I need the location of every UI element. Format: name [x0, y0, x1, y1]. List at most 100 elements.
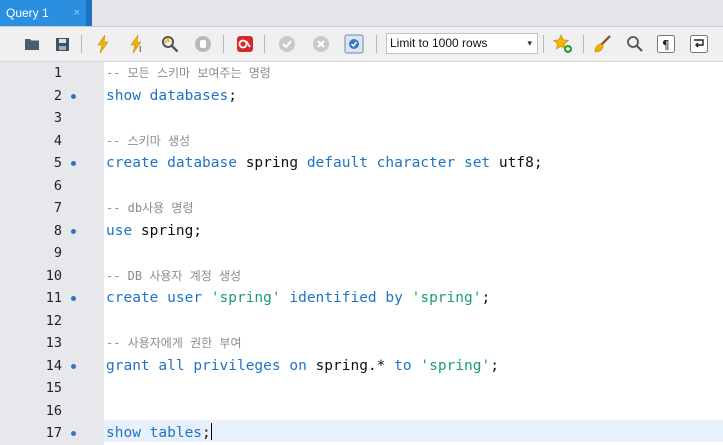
code-text: -- 사용자에게 권한 부여	[106, 333, 241, 353]
sql-editor[interactable]: 1 -- 모든 스키마 보여주는 명령 2 show databases; 3 4 -- 스…	[0, 62, 723, 445]
line-number: 4	[53, 132, 62, 149]
keyword-token: by	[385, 290, 403, 306]
keyword-token: privileges	[193, 357, 281, 374]
execute-current-icon[interactable]: I	[127, 34, 147, 54]
bookmark-icon[interactable]	[553, 34, 573, 54]
code-text: -- 모든 스키마 보여주는 명령	[106, 63, 271, 83]
comment-token: -- 모든 스키마 보여주는 명령	[106, 66, 271, 80]
code-line[interactable]: 10 -- DB 사용자 계정 생성	[0, 266, 723, 286]
statement-marker-icon	[71, 363, 76, 369]
line-number: 2	[53, 87, 62, 104]
toolbar-separator	[81, 35, 82, 53]
toolbar-separator	[376, 35, 377, 53]
toggle-output-icon[interactable]	[235, 34, 255, 54]
toolbar-separator	[264, 35, 265, 53]
comment-token: -- db사용 명령	[106, 201, 194, 215]
keyword-token: user	[167, 290, 203, 306]
close-tab-icon[interactable]: ×	[74, 0, 80, 26]
line-number: 17	[45, 425, 62, 441]
code-line[interactable]: 15	[0, 378, 723, 398]
tab-bar: Query 1 ×	[0, 0, 723, 27]
code-text: show tables;	[106, 423, 212, 443]
plain-token: ;	[228, 87, 237, 104]
code-line[interactable]: 7 -- db사용 명령	[0, 198, 723, 218]
code-line[interactable]: 5 create database spring default characte…	[0, 153, 723, 173]
keyword-token: character	[376, 155, 456, 171]
tab-query-1[interactable]: Query 1 ×	[0, 0, 86, 26]
keyword-token: databases	[149, 87, 229, 104]
limit-rows-select[interactable]: Limit to 1000 rows ▾	[386, 33, 538, 54]
rollback-icon[interactable]	[311, 34, 331, 54]
open-folder-icon[interactable]	[22, 34, 42, 54]
execute-icon[interactable]	[93, 34, 113, 54]
commit-icon[interactable]	[277, 34, 297, 54]
stop-icon[interactable]	[193, 34, 213, 54]
code-text: use spring;	[106, 221, 202, 241]
code-line[interactable]: 1 -- 모든 스키마 보여주는 명령	[0, 63, 723, 83]
code-line[interactable]: 2 show databases;	[0, 86, 723, 106]
keyword-token: identified	[289, 290, 377, 306]
statement-marker-icon	[71, 161, 76, 166]
save-icon[interactable]	[52, 34, 72, 54]
string-token: 'spring'	[210, 290, 281, 306]
keyword-token: grant	[106, 357, 150, 374]
tab-title: Query 1	[6, 6, 49, 20]
toolbar-separator	[583, 35, 584, 53]
line-number: 13	[45, 335, 62, 351]
line-number: 9	[53, 245, 62, 261]
string-token: 'spring'	[420, 357, 491, 374]
keyword-token: show	[106, 425, 141, 441]
svg-text:I: I	[139, 45, 141, 53]
find-icon[interactable]	[625, 34, 645, 54]
plain-token: ;	[481, 290, 491, 306]
chevron-down-icon: ▾	[527, 38, 532, 48]
code-line[interactable]: 17 show tables;	[0, 423, 723, 443]
code-line[interactable]: 4 -- 스키마 생성	[0, 131, 723, 151]
line-number: 12	[45, 312, 62, 329]
string-token: 'spring'	[411, 290, 482, 306]
comment-token: -- DB 사용자 계정 생성	[106, 268, 242, 283]
statement-marker-icon	[71, 228, 76, 234]
comment-token: -- 스키마 생성	[106, 133, 191, 148]
code-line[interactable]: 14 grant all privileges on spring.* to 's…	[0, 356, 723, 376]
keyword-token: database	[167, 155, 237, 171]
wrap-icon[interactable]	[689, 34, 709, 54]
code-text: -- DB 사용자 계정 생성	[106, 266, 241, 286]
keyword-token: all	[158, 357, 185, 374]
code-line[interactable]: 13 -- 사용자에게 권한 부여	[0, 333, 723, 353]
comment-token: -- 사용자에게 권한 부여	[106, 336, 242, 350]
tab-edge	[86, 0, 92, 26]
plain-token: spring;	[132, 222, 203, 239]
code-line[interactable]: 3	[0, 108, 723, 128]
code-line[interactable]: 11 create user 'spring' identified by 'sp…	[0, 288, 723, 308]
line-number: 14	[45, 357, 62, 374]
code-line[interactable]: 16	[0, 401, 723, 421]
explain-icon[interactable]	[160, 34, 180, 54]
code-line[interactable]: 6	[0, 176, 723, 196]
code-line[interactable]: 12	[0, 311, 723, 331]
line-number: 10	[45, 267, 62, 284]
plain-token: ;	[490, 357, 499, 374]
keyword-token: use	[106, 222, 133, 239]
code-text: grant all privileges on spring.* to 'spr…	[106, 356, 499, 376]
autocommit-icon[interactable]	[344, 34, 364, 54]
code-line[interactable]: 8 use spring;	[0, 221, 723, 241]
code-text: show databases;	[106, 86, 237, 106]
line-number: 6	[53, 177, 62, 194]
beautify-icon[interactable]	[593, 34, 613, 54]
line-number: 15	[45, 380, 62, 396]
line-number: 8	[53, 222, 62, 239]
keyword-token: create	[106, 155, 159, 171]
code-text: create database spring default character…	[106, 153, 543, 173]
invisible-chars-icon[interactable]: ¶	[656, 34, 676, 54]
code-line[interactable]: 9	[0, 243, 723, 263]
code-text: -- 스키마 생성	[106, 131, 190, 151]
text-caret	[210, 423, 212, 440]
line-number: 3	[53, 110, 62, 126]
statement-marker-icon	[71, 431, 76, 436]
keyword-token: on	[289, 357, 307, 374]
